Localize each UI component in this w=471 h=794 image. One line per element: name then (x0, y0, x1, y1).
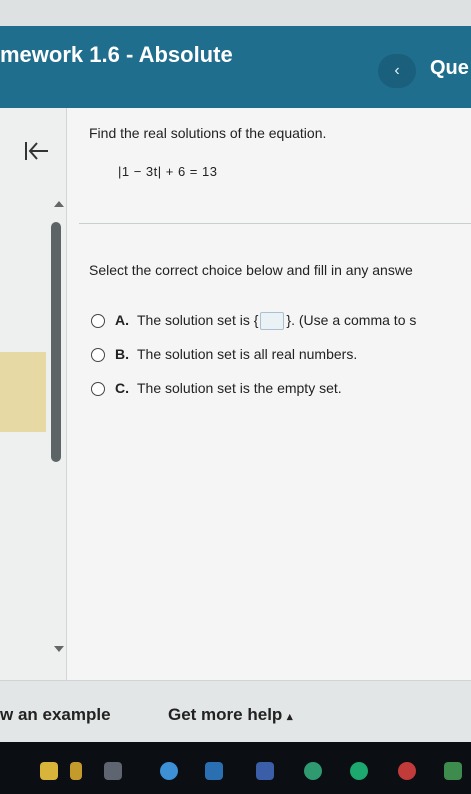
equation: |1 − 3t| + 6 = 13 (118, 164, 218, 179)
sparkle-icon[interactable] (70, 762, 82, 780)
question-prompt: Find the real solutions of the equation. (89, 125, 327, 141)
previous-question-button[interactable]: ‹ (378, 54, 416, 88)
divider (79, 223, 471, 224)
star-icon[interactable] (40, 762, 58, 780)
os-taskbar (0, 742, 471, 794)
caret-up-icon: ▴ (287, 711, 293, 723)
collapse-arrow-icon[interactable] (24, 140, 50, 162)
chat-icon[interactable] (350, 762, 368, 780)
radio-b[interactable] (91, 348, 105, 363)
get-more-help-button[interactable]: Get more help ▴ (168, 705, 293, 725)
page-title: mework 1.6 - Absolute (0, 42, 233, 67)
top-strip (0, 0, 471, 26)
files-icon[interactable] (205, 762, 223, 780)
scrollbar-thumb[interactable] (51, 222, 61, 462)
question-nav-label[interactable]: Que (430, 57, 469, 80)
scroll-up-icon[interactable] (53, 200, 65, 208)
store-icon[interactable] (444, 762, 462, 780)
choice-c[interactable]: C. The solution set is the empty set. (91, 380, 342, 400)
instruction-text: Select the correct choice below and fill… (89, 262, 413, 278)
footer-bar: w an example Get more help ▴ (0, 680, 471, 743)
left-rail (0, 108, 67, 680)
calculator-icon[interactable] (104, 762, 122, 780)
choice-a[interactable]: A. The solution set is {}. (Use a comma t… (91, 312, 416, 332)
choice-b[interactable]: B. The solution set is all real numbers. (91, 346, 357, 366)
answer-input-box[interactable] (260, 312, 285, 331)
browser-icon[interactable] (160, 762, 178, 780)
scroll-down-icon[interactable] (53, 645, 65, 653)
view-example-button[interactable]: w an example (0, 705, 111, 725)
radio-a[interactable] (91, 314, 105, 329)
radio-c[interactable] (91, 382, 105, 397)
app-icon[interactable] (304, 762, 322, 780)
mail-icon[interactable] (256, 762, 274, 780)
media-icon[interactable] (398, 762, 416, 780)
highlight-block (0, 352, 46, 432)
question-panel: Find the real solutions of the equation.… (0, 108, 471, 680)
